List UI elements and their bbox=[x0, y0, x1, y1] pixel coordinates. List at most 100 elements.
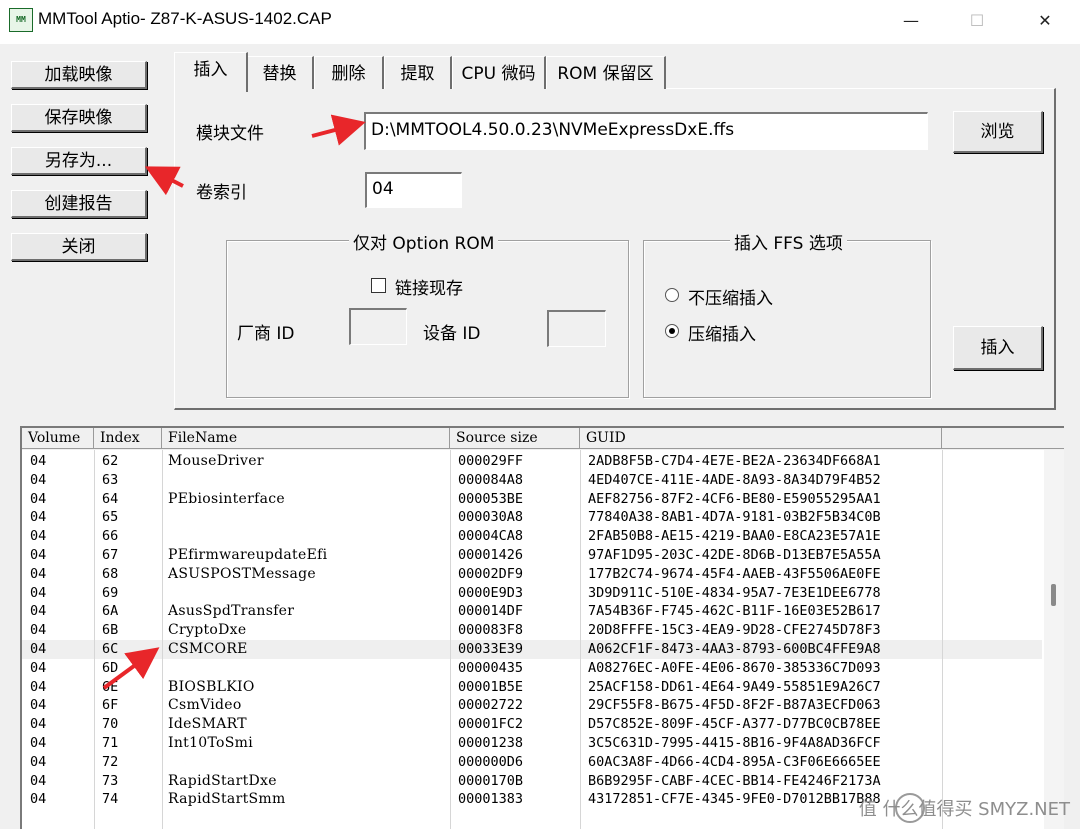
module-file-input[interactable]: D:\MMTOOL4.50.0.23\NVMeExpressDxE.ffs bbox=[364, 112, 928, 150]
col-guid[interactable]: GUID bbox=[580, 428, 942, 449]
maximize-button[interactable]: ☐ bbox=[954, 6, 1000, 36]
tab-insert[interactable]: 插入 bbox=[174, 52, 248, 92]
cell-index: 69 bbox=[102, 584, 119, 601]
cell-guid: 97AF1D95-203C-42DE-8D6B-D13EB7E5A55A bbox=[588, 547, 881, 563]
table-row[interactable]: 04 64 PEbiosinterface 000053BE AEF82756-87F2… bbox=[22, 490, 1042, 509]
cell-guid: 77840A38-8AB1-4D7A-9181-03B2F5B34C0B bbox=[588, 509, 881, 526]
cell-guid: 7A54B36F-F745-462C-B11F-16E03E52B617 bbox=[588, 603, 881, 620]
window-title: MMTool Aptio- Z87-K-ASUS-1402.CAP bbox=[38, 9, 332, 28]
list-scrollbar[interactable] bbox=[1044, 450, 1064, 829]
compressed-radio[interactable] bbox=[665, 324, 679, 338]
create-report-button[interactable]: 创建报告 bbox=[11, 190, 147, 218]
tab-replace[interactable]: 替换 bbox=[246, 56, 314, 89]
tab-rom-reserved[interactable]: ROM 保留区 bbox=[546, 56, 666, 89]
watermark: 值 什么值得买 SMYZ.NET bbox=[858, 799, 1070, 820]
tab-extract[interactable]: 提取 bbox=[384, 56, 452, 89]
uncompressed-label: 不压缩插入 bbox=[688, 289, 773, 309]
link-existing-checkbox[interactable] bbox=[371, 278, 386, 293]
table-row[interactable]: 04 69 0000E9D3 3D9D911C-510E-4834-95A7-7E3E… bbox=[22, 584, 1042, 603]
column-divider bbox=[942, 450, 943, 829]
table-row[interactable]: 04 6F CsmVideo 00002722 29CF55F8-B675-4F5D-8… bbox=[22, 696, 1042, 715]
cell-index: 63 bbox=[102, 471, 119, 488]
cell-index: 68 bbox=[102, 565, 119, 582]
cell-source-size: 00004CA8 bbox=[458, 528, 524, 545]
cell-source-size: 00001B5E bbox=[458, 678, 524, 695]
table-row[interactable]: 04 6B CryptoDxe 000083F8 20D8FFFE-15C3-4EA9-… bbox=[22, 621, 1042, 640]
table-row[interactable]: 04 71 Int10ToSmi 00001238 3C5C631D-7995-4415… bbox=[22, 734, 1042, 753]
cell-index: 6A bbox=[102, 603, 119, 620]
uncompressed-radio[interactable] bbox=[665, 288, 679, 302]
cell-source-size: 00002DF9 bbox=[458, 565, 524, 582]
table-row[interactable]: 04 6D 00000435 A08276EC-A0FE-4E06-8670-3853… bbox=[22, 659, 1042, 678]
cell-index: 72 bbox=[102, 753, 119, 770]
cell-volume: 04 bbox=[30, 772, 47, 789]
cell-volume: 04 bbox=[30, 753, 47, 770]
ffs-options-group-title: 插入 FFS 选项 bbox=[730, 229, 847, 254]
cell-source-size: 00001426 bbox=[458, 547, 524, 563]
table-row[interactable]: 04 6C CSMCORE 00033E39 A062CF1F-8473-4AA3-87… bbox=[22, 640, 1042, 659]
insert-button[interactable]: 插入 bbox=[953, 326, 1043, 370]
link-existing-label: 链接现存 bbox=[395, 279, 463, 299]
minimize-button[interactable]: — bbox=[888, 6, 934, 36]
col-spacer bbox=[942, 428, 1064, 449]
ffs-options-group: 插入 FFS 选项 bbox=[643, 229, 931, 398]
cell-index: 74 bbox=[102, 791, 119, 808]
cell-source-size: 000030A8 bbox=[458, 509, 524, 526]
cell-source-size: 0000E9D3 bbox=[458, 584, 524, 601]
cell-index: 6D bbox=[102, 659, 119, 676]
cell-index: 67 bbox=[102, 547, 119, 563]
browse-button[interactable]: 浏览 bbox=[953, 111, 1043, 153]
table-row[interactable]: 04 65 000030A8 77840A38-8AB1-4D7A-9181-03B2… bbox=[22, 508, 1042, 527]
table-row[interactable]: 04 6E BIOSBLKIO 00001B5E 25ACF158-DD61-4E64-… bbox=[22, 678, 1042, 697]
table-row[interactable]: 04 73 RapidStartDxe 0000170B B6B9295F-CABF-4… bbox=[22, 772, 1042, 791]
cell-filename: CSMCORE bbox=[168, 641, 248, 657]
cell-source-size: 000083F8 bbox=[458, 622, 524, 639]
volume-index-input[interactable]: 04 bbox=[365, 172, 462, 208]
tab-delete[interactable]: 删除 bbox=[314, 56, 384, 89]
cell-volume: 04 bbox=[30, 584, 47, 601]
column-divider bbox=[580, 450, 581, 829]
cell-source-size: 0000170B bbox=[458, 772, 524, 789]
close-button[interactable]: ✕ bbox=[1022, 6, 1068, 36]
cell-source-size: 000053BE bbox=[458, 490, 524, 507]
cell-source-size: 000084A8 bbox=[458, 471, 524, 488]
col-volume[interactable]: Volume bbox=[22, 428, 94, 449]
table-row[interactable]: 04 63 000084A8 4ED407CE-411E-4ADE-8A93-8A34… bbox=[22, 471, 1042, 490]
vendor-id-input[interactable] bbox=[349, 308, 407, 345]
cell-index: 6F bbox=[102, 697, 119, 714]
table-row[interactable]: 04 6A AsusSpdTransfer 000014DF 7A54B36F-F745… bbox=[22, 602, 1042, 621]
col-index[interactable]: Index bbox=[94, 428, 162, 449]
table-row[interactable]: 04 66 00004CA8 2FAB50B8-AE15-4219-BAA0-E8CA… bbox=[22, 527, 1042, 546]
table-row[interactable]: 04 68 ASUSPOSTMessage 00002DF9 177B2C74-9674… bbox=[22, 565, 1042, 584]
option-rom-group-title: 仅对 Option ROM bbox=[349, 229, 499, 254]
device-id-label: 设备 ID bbox=[423, 324, 481, 344]
vendor-id-label: 厂商 ID bbox=[237, 324, 295, 344]
col-filename[interactable]: FileName bbox=[162, 428, 450, 449]
cell-index: 6E bbox=[102, 678, 119, 695]
close-app-button[interactable]: 关闭 bbox=[11, 233, 147, 261]
table-row[interactable]: 04 62 MouseDriver 000029FF 2ADB8F5B-C7D4-4E7… bbox=[22, 452, 1042, 471]
save-image-button[interactable]: 保存映像 bbox=[11, 104, 147, 132]
table-row[interactable]: 04 72 000000D6 60AC3A8F-4D66-4CD4-895A-C3F0… bbox=[22, 753, 1042, 772]
cell-index: 65 bbox=[102, 509, 119, 526]
scrollbar-thumb[interactable] bbox=[1051, 584, 1056, 606]
volume-index-label: 卷索引 bbox=[196, 183, 247, 203]
table-row[interactable]: 04 70 IdeSMART 00001FC2 D57C852E-809F-45CF-A… bbox=[22, 715, 1042, 734]
save-as-button[interactable]: 另存为... bbox=[11, 147, 147, 175]
col-source-size[interactable]: Source size bbox=[450, 428, 580, 449]
cell-volume: 04 bbox=[30, 697, 47, 714]
cell-volume: 04 bbox=[30, 716, 47, 733]
cell-source-size: 000000D6 bbox=[458, 753, 524, 770]
cell-source-size: 000014DF bbox=[458, 603, 524, 620]
device-id-input[interactable] bbox=[547, 310, 606, 347]
load-image-button[interactable]: 加载映像 bbox=[11, 61, 147, 89]
cell-guid: 177B2C74-9674-45F4-AAEB-43F5506AE0FE bbox=[588, 565, 881, 582]
column-divider bbox=[94, 450, 95, 829]
cell-volume: 04 bbox=[30, 490, 47, 507]
cell-volume: 04 bbox=[30, 565, 47, 582]
cell-filename: RapidStartDxe bbox=[168, 772, 277, 789]
module-list[interactable]: Volume Index FileName Source size GUID 0… bbox=[20, 426, 1064, 829]
table-row[interactable]: 04 67 PEfirmwareupdateEfi 00001426 97AF1D95-… bbox=[22, 546, 1042, 565]
tab-cpu-microcode[interactable]: CPU 微码 bbox=[452, 56, 546, 89]
cell-filename: CsmVideo bbox=[168, 697, 242, 714]
